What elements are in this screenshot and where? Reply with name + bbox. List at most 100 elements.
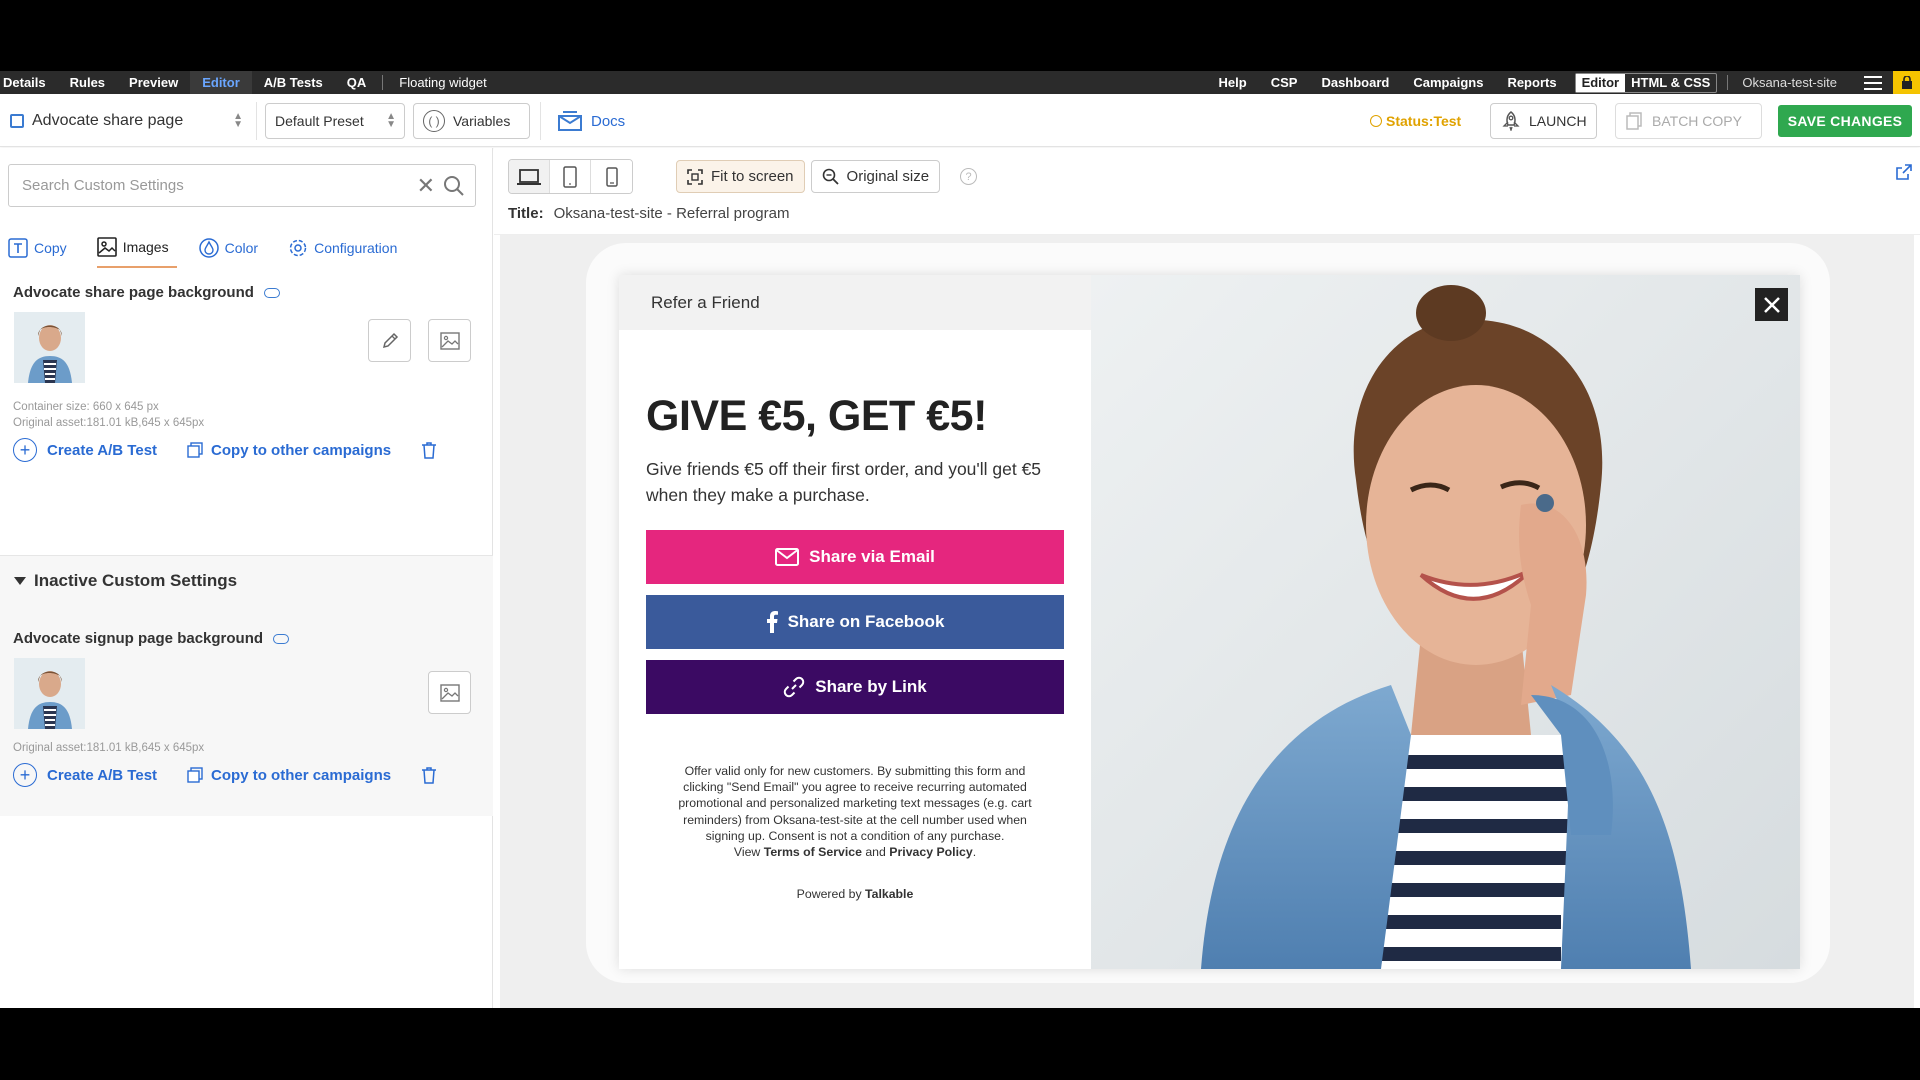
create-ab-test-link[interactable]: + Create A/B Test: [13, 763, 157, 787]
nav-csp[interactable]: CSP: [1259, 71, 1310, 94]
replace-image-button[interactable]: [428, 319, 471, 362]
lock-icon[interactable]: [1893, 71, 1920, 94]
top-nav: Details Rules Preview Editor A/B Tests Q…: [0, 71, 1920, 94]
image-thumbnail[interactable]: [14, 312, 85, 383]
fit-icon: [687, 168, 703, 185]
save-changes-label: SAVE CHANGES: [1787, 113, 1903, 129]
setting-title-text: Advocate share page background: [13, 284, 254, 301]
settings-tabs: Copy Images Color Configuration: [8, 228, 427, 268]
setting-card: Advocate share page background Container…: [0, 273, 493, 478]
nav-editor[interactable]: Editor: [190, 71, 252, 94]
updown-icon: ▲ ▼: [233, 111, 243, 130]
copy-to-campaigns-link[interactable]: Copy to other campaigns: [187, 442, 391, 459]
plus-circle-icon: +: [13, 438, 37, 462]
copy-to-campaigns-label: Copy to other campaigns: [211, 766, 392, 784]
image-icon: [96, 237, 117, 257]
device-mobile[interactable]: [591, 160, 632, 193]
share-facebook-label: Share on Facebook: [787, 612, 945, 631]
widget-headline: GIVE €5, GET €5!: [646, 392, 987, 440]
tab-images[interactable]: Images: [96, 228, 177, 268]
nav-help[interactable]: Help: [1216, 71, 1259, 94]
nav-reports[interactable]: Reports: [1495, 71, 1568, 94]
search-input[interactable]: [9, 165, 389, 206]
toolbar-divider: [256, 102, 257, 140]
copy-icon: [187, 767, 203, 783]
original-size-button[interactable]: Original size: [810, 160, 941, 193]
mode-editor[interactable]: Editor: [1575, 73, 1626, 92]
variables-icon: ( ): [423, 110, 445, 132]
nav-preview[interactable]: Preview: [117, 71, 190, 94]
toolbar-divider: [540, 102, 541, 140]
copy-to-campaigns-label: Copy to other campaigns: [211, 441, 392, 459]
close-button[interactable]: [1755, 288, 1788, 321]
talkable-link[interactable]: Talkable: [865, 887, 913, 901]
fit-to-screen-button[interactable]: Fit to screen: [676, 160, 805, 193]
tab-configuration[interactable]: Configuration: [288, 228, 405, 268]
copy-icon: [1626, 112, 1642, 130]
updown-icon: ▲ ▼: [386, 111, 396, 130]
nav-ab-tests[interactable]: A/B Tests: [252, 71, 335, 94]
legal-text: Offer valid only for new customers. By s…: [678, 764, 1032, 843]
tab-color-label: Color: [224, 240, 259, 256]
nav-rules[interactable]: Rules: [58, 71, 117, 94]
search-icon[interactable]: [443, 175, 465, 197]
device-tablet[interactable]: [550, 160, 591, 193]
share-link-button[interactable]: Share by Link: [646, 660, 1064, 714]
nav-dashboard[interactable]: Dashboard: [1309, 71, 1401, 94]
title-label: Title:: [508, 204, 544, 222]
docs-link[interactable]: Docs: [557, 103, 647, 139]
link-icon[interactable]: [263, 287, 280, 298]
link-icon[interactable]: [273, 633, 290, 644]
image-icon: [439, 331, 460, 350]
privacy-link[interactable]: Privacy Policy: [889, 845, 972, 859]
help-icon[interactable]: ?: [960, 168, 978, 185]
page-icon: [10, 114, 24, 128]
edit-image-button[interactable]: [368, 319, 411, 362]
create-ab-test-link[interactable]: + Create A/B Test: [13, 438, 157, 462]
save-changes-button[interactable]: SAVE CHANGES: [1778, 105, 1912, 137]
share-email-button[interactable]: Share via Email: [646, 530, 1064, 584]
inactive-settings-label: Inactive Custom Settings: [34, 571, 238, 590]
batch-copy-button[interactable]: BATCH COPY: [1615, 103, 1762, 139]
variables-label: Variables: [453, 113, 511, 129]
tab-copy[interactable]: Copy: [8, 228, 75, 268]
fit-to-screen-label: Fit to screen: [711, 168, 794, 185]
copy-to-campaigns-link[interactable]: Copy to other campaigns: [187, 767, 391, 784]
powered-by-prefix: Powered by: [796, 887, 862, 901]
image-thumbnail[interactable]: [14, 658, 85, 729]
inactive-settings-toggle[interactable]: Inactive Custom Settings: [14, 571, 237, 591]
share-facebook-button[interactable]: Share on Facebook: [646, 595, 1064, 649]
page-title: Oksana-test-site - Referral program: [553, 204, 790, 222]
status-badge: Status:Test: [1370, 103, 1461, 139]
terms-link[interactable]: Terms of Service: [764, 845, 862, 859]
trash-icon[interactable]: [421, 441, 437, 459]
nav-details[interactable]: Details: [0, 71, 58, 94]
external-link-icon[interactable]: [1896, 164, 1912, 180]
trash-icon[interactable]: [421, 766, 437, 784]
replace-image-button[interactable]: [428, 671, 471, 714]
preset-selector[interactable]: Default Preset ▲ ▼: [265, 103, 405, 139]
original-asset-text: Original asset:181.01 kB,645 x 645px: [13, 417, 205, 429]
site-selector[interactable]: Oksana-test-site: [1732, 71, 1853, 94]
original-size-label: Original size: [846, 168, 930, 185]
nav-campaigns[interactable]: Campaigns: [1401, 71, 1495, 94]
device-desktop[interactable]: [509, 160, 550, 193]
variables-button[interactable]: ( ) Variables: [413, 103, 530, 139]
nav-qa[interactable]: QA: [335, 71, 379, 94]
clear-icon[interactable]: ✕: [417, 173, 435, 199]
menu-icon[interactable]: [1853, 71, 1893, 94]
caret-down-icon: [14, 577, 26, 585]
tab-color[interactable]: Color: [198, 228, 266, 268]
setting-title: Advocate signup page background: [13, 630, 290, 647]
create-ab-test-label: Create A/B Test: [47, 766, 158, 784]
launch-button[interactable]: LAUNCH: [1490, 103, 1597, 139]
page-title-bar: Title: Oksana-test-site - Referral progr…: [508, 202, 789, 224]
setting-title: Advocate share page background: [13, 284, 280, 301]
link-icon: [783, 676, 805, 698]
batch-copy-label: BATCH COPY: [1652, 113, 1742, 129]
legal-and: and: [865, 845, 886, 860]
setting-actions: + Create A/B Test Copy to other campaign…: [13, 438, 437, 462]
page-selector[interactable]: Advocate share page ▲ ▼: [6, 103, 251, 139]
mode-html-css[interactable]: HTML & CSS: [1625, 74, 1716, 92]
create-ab-test-label: Create A/B Test: [47, 441, 158, 459]
